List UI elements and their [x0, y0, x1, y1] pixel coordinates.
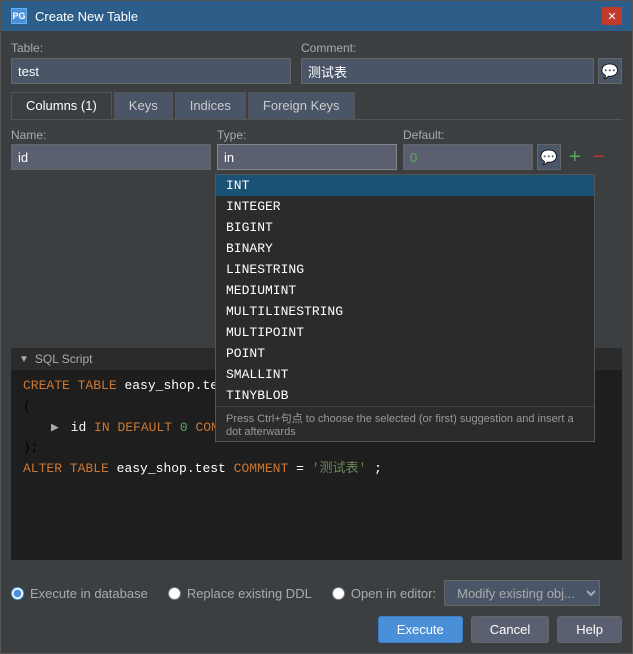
- tab-foreign-keys[interactable]: Foreign Keys: [248, 92, 355, 119]
- replace-ddl-label: Replace existing DDL: [187, 586, 312, 601]
- execute-button[interactable]: Execute: [378, 616, 463, 643]
- autocomplete-item[interactable]: POINT: [216, 343, 594, 364]
- tab-content: Name: Type: Default: 💬 + − INT INTEGER: [11, 128, 622, 340]
- add-column-button[interactable]: +: [565, 147, 585, 167]
- replace-ddl-option[interactable]: Replace existing DDL: [168, 586, 312, 601]
- table-label: Table:: [11, 41, 291, 55]
- replace-ddl-radio[interactable]: [168, 587, 181, 600]
- column-name-input[interactable]: [11, 144, 211, 170]
- open-editor-radio[interactable]: [332, 587, 345, 600]
- title-bar: PG Create New Table ✕: [1, 1, 632, 31]
- autocomplete-hint: Press Ctrl+句点 to choose the selected (or…: [216, 406, 594, 441]
- dialog-title: Create New Table: [35, 9, 138, 24]
- close-button[interactable]: ✕: [602, 7, 622, 25]
- cancel-button[interactable]: Cancel: [471, 616, 549, 643]
- tab-keys[interactable]: Keys: [114, 92, 173, 119]
- column-labels-row: Name: Type: Default:: [11, 128, 622, 144]
- sql-label: SQL Script: [35, 352, 93, 366]
- bottom-bar: Execute in database Replace existing DDL…: [1, 570, 632, 653]
- autocomplete-item[interactable]: MULTILINESTRING: [216, 301, 594, 322]
- autocomplete-item[interactable]: BINARY: [216, 238, 594, 259]
- open-editor-option[interactable]: Open in editor:: [332, 586, 436, 601]
- help-button[interactable]: Help: [557, 616, 622, 643]
- tab-columns[interactable]: Columns (1): [11, 92, 112, 119]
- comment-row: 💬: [301, 58, 622, 84]
- execute-db-option[interactable]: Execute in database: [11, 586, 148, 601]
- execute-db-radio[interactable]: [11, 587, 24, 600]
- column-fields-row: 💬 + − INT INTEGER BIGINT BINARY LINESTRI…: [11, 144, 622, 170]
- create-table-dialog: PG Create New Table ✕ Table: Comment: 💬 …: [0, 0, 633, 654]
- sql-arrow: ▼: [19, 354, 29, 365]
- autocomplete-item[interactable]: LINESTRING: [216, 259, 594, 280]
- tab-indices[interactable]: Indices: [175, 92, 246, 119]
- app-icon: PG: [11, 8, 27, 24]
- main-content: Table: Comment: 💬 Columns (1) Keys Indic…: [1, 31, 632, 570]
- open-editor-label: Open in editor:: [351, 586, 436, 601]
- autocomplete-item[interactable]: MULTIPOINT: [216, 322, 594, 343]
- autocomplete-item[interactable]: MEDIUMINT: [216, 280, 594, 301]
- autocomplete-item[interactable]: TINYBLOB: [216, 385, 594, 406]
- table-comment-row: Table: Comment: 💬: [11, 41, 622, 84]
- autocomplete-item[interactable]: SMALLINT: [216, 364, 594, 385]
- table-name-input[interactable]: [11, 58, 291, 84]
- name-label: Name:: [11, 128, 211, 142]
- radio-row: Execute in database Replace existing DDL…: [11, 580, 622, 606]
- comment-group: Comment: 💬: [301, 41, 622, 84]
- column-type-input[interactable]: [217, 144, 397, 170]
- column-default-input[interactable]: [403, 144, 533, 170]
- modify-select[interactable]: Modify existing obj...: [444, 580, 600, 606]
- comment-input[interactable]: [301, 58, 594, 84]
- remove-column-button[interactable]: −: [589, 147, 609, 167]
- tabs: Columns (1) Keys Indices Foreign Keys: [11, 92, 622, 120]
- table-name-group: Table:: [11, 41, 291, 84]
- comment-icon-button[interactable]: 💬: [598, 58, 622, 84]
- action-buttons: Execute Cancel Help: [11, 616, 622, 643]
- execute-db-label: Execute in database: [30, 586, 148, 601]
- autocomplete-item[interactable]: BIGINT: [216, 217, 594, 238]
- open-editor-row: Open in editor: Modify existing obj...: [332, 580, 600, 606]
- autocomplete-dropdown: INT INTEGER BIGINT BINARY LINESTRING MED…: [215, 174, 595, 442]
- comment-label: Comment:: [301, 41, 622, 55]
- title-bar-left: PG Create New Table: [11, 8, 138, 24]
- autocomplete-item[interactable]: INT: [216, 175, 594, 196]
- default-row: 💬 + −: [403, 144, 608, 170]
- sql-line-5: ALTER TABLE easy_shop.test COMMENT = '测试…: [23, 459, 610, 480]
- autocomplete-item[interactable]: INTEGER: [216, 196, 594, 217]
- type-label: Type:: [217, 128, 397, 142]
- default-label: Default:: [403, 128, 622, 142]
- default-comment-button[interactable]: 💬: [537, 144, 561, 170]
